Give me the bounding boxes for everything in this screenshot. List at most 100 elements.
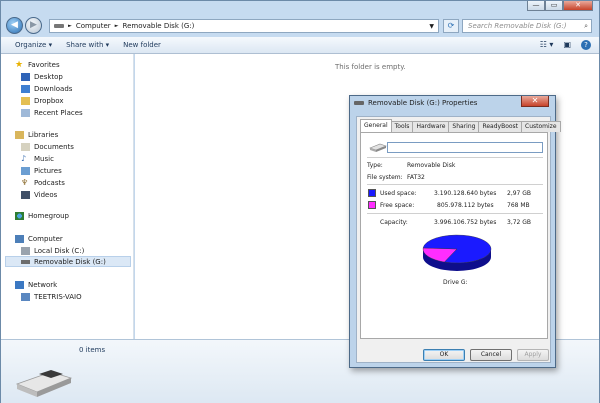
nav-label: Downloads [34,84,73,93]
type-label: Type: [367,162,383,169]
capacity-size: 3,72 GB [507,219,532,226]
nav-pictures[interactable]: Pictures [21,165,62,176]
caption-buttons: — ▭ ✕ [527,1,593,11]
nav-label: TEETRIS-VAIO [34,292,82,301]
nav-removable-disk-g[interactable]: Removable Disk (G:) [5,256,131,267]
nav-label: Network [28,280,58,289]
back-button[interactable]: ◀ [6,17,23,34]
nav-documents[interactable]: Documents [21,141,74,152]
removable-disk-icon [354,101,364,105]
nav-label: Music [34,154,54,163]
tab-readyboost[interactable]: ReadyBoost [478,121,523,132]
apply-button[interactable]: Apply [517,349,549,361]
drive-icon [54,24,64,28]
nav-videos[interactable]: Videos [21,189,57,200]
breadcrumb-separator: ► [68,23,72,29]
free-space-swatch [368,201,376,209]
file-system-label: File system: [367,174,403,181]
tab-hardware[interactable]: Hardware [412,121,450,132]
nav-local-disk-c[interactable]: Local Disk (C:) [21,245,84,256]
address-bar[interactable]: ► Computer ► Removable Disk (G:) ▼ [49,19,439,33]
title-bar[interactable]: — ▭ ✕ [1,1,599,15]
nav-label: Computer [28,234,63,243]
free-space-bytes: 805.978.112 bytes [437,202,494,209]
nav-label: Dropbox [34,96,64,105]
maximize-button[interactable]: ▭ [545,1,563,11]
cancel-button[interactable]: Cancel [470,349,512,361]
breadcrumb-computer[interactable]: Computer [76,22,111,30]
used-space-swatch [368,189,376,197]
nav-recent-places[interactable]: Recent Places [21,107,83,118]
share-with-menu[interactable]: Share with ▾ [66,41,109,49]
item-count: 0 items [79,346,106,354]
drive-letter-label: Drive G: [443,279,468,286]
nav-dropbox[interactable]: Dropbox [21,95,64,106]
nav-favorites[interactable]: ★ Favorites [15,59,60,70]
organize-menu[interactable]: Organize ▾ [15,41,52,49]
tab-general[interactable]: General [360,119,392,132]
command-bar: Organize ▾ Share with ▾ New folder ☷ ▾ ▣… [1,37,599,54]
documents-icon [21,142,30,151]
videos-icon [21,190,30,199]
divider [367,213,543,214]
music-icon: ♪ [21,153,27,163]
used-space-size: 2,97 GB [507,190,532,197]
ok-button[interactable]: OK [423,349,465,361]
nav-desktop[interactable]: Desktop [21,71,63,82]
drive-label-input[interactable] [387,142,543,153]
change-view-icon[interactable]: ☷ ▾ [540,40,554,50]
dialog-title-bar[interactable]: Removable Disk (G:) Properties [354,99,477,107]
nav-teetris-vaio[interactable]: TEETRIS-VAIO [21,291,82,302]
downloads-icon [21,84,30,93]
file-system-value: FAT32 [407,174,425,181]
type-value: Removable Disk [407,162,456,169]
search-input[interactable]: Search Removable Disk (G:) ⌕ [462,19,592,33]
free-space-size: 768 MB [507,202,530,209]
desktop-icon [21,72,30,81]
nav-label: Podcasts [34,178,65,187]
nav-label: Videos [34,190,58,199]
nav-label: Desktop [34,72,63,81]
folder-icon [21,96,30,105]
minimize-button[interactable]: — [527,1,545,11]
capacity-label: Capacity: [380,219,408,226]
nav-libraries[interactable]: Libraries [15,129,58,140]
search-placeholder: Search Removable Disk (G:) [468,22,567,30]
removable-disk-icon [21,259,30,264]
divider [367,157,543,158]
used-space-bytes: 3.190.128.640 bytes [434,190,497,197]
navigation-pane: ★ Favorites Desktop Downloads Dropbox Re… [1,54,134,339]
dialog-close-button[interactable]: ✕ [521,96,549,107]
dialog-body: General Tools Hardware Sharing ReadyBoos… [356,116,561,363]
breadcrumb-removable-disk[interactable]: Removable Disk (G:) [123,22,195,30]
nav-label: Pictures [34,166,62,175]
pictures-icon [21,166,30,175]
used-space-label: Used space: [380,190,417,197]
nav-network[interactable]: Network [15,279,57,290]
nav-podcasts[interactable]: ♆ Podcasts [21,177,65,188]
tab-tools[interactable]: Tools [390,121,414,132]
libraries-icon [15,130,24,139]
capacity-bytes: 3.996.106.752 bytes [434,219,497,226]
nav-label: Removable Disk (G:) [34,257,106,266]
tab-strip: General Tools Hardware Sharing ReadyBoos… [360,119,561,132]
nav-computer[interactable]: Computer [15,233,63,244]
help-icon[interactable]: ? [581,40,591,50]
nav-label: Documents [34,142,74,151]
nav-music[interactable]: ♪ Music [21,153,54,164]
computer-icon [15,234,24,243]
free-space-label: Free space: [380,202,415,209]
nav-downloads[interactable]: Downloads [21,83,72,94]
tab-sharing[interactable]: Sharing [448,121,480,132]
nav-label: Local Disk (C:) [34,246,85,255]
refresh-icon[interactable]: ⟳ [443,19,459,33]
homegroup-icon [15,211,24,220]
address-dropdown-icon[interactable]: ▼ [429,23,434,30]
nav-homegroup[interactable]: Homegroup [15,210,69,221]
close-button[interactable]: ✕ [563,1,593,11]
new-folder-button[interactable]: New folder [123,41,161,49]
drive-icon [369,143,387,152]
forward-button[interactable]: ▶ [25,17,42,34]
tab-customize[interactable]: Customize [521,121,561,132]
preview-pane-icon[interactable]: ▣ [563,40,571,50]
